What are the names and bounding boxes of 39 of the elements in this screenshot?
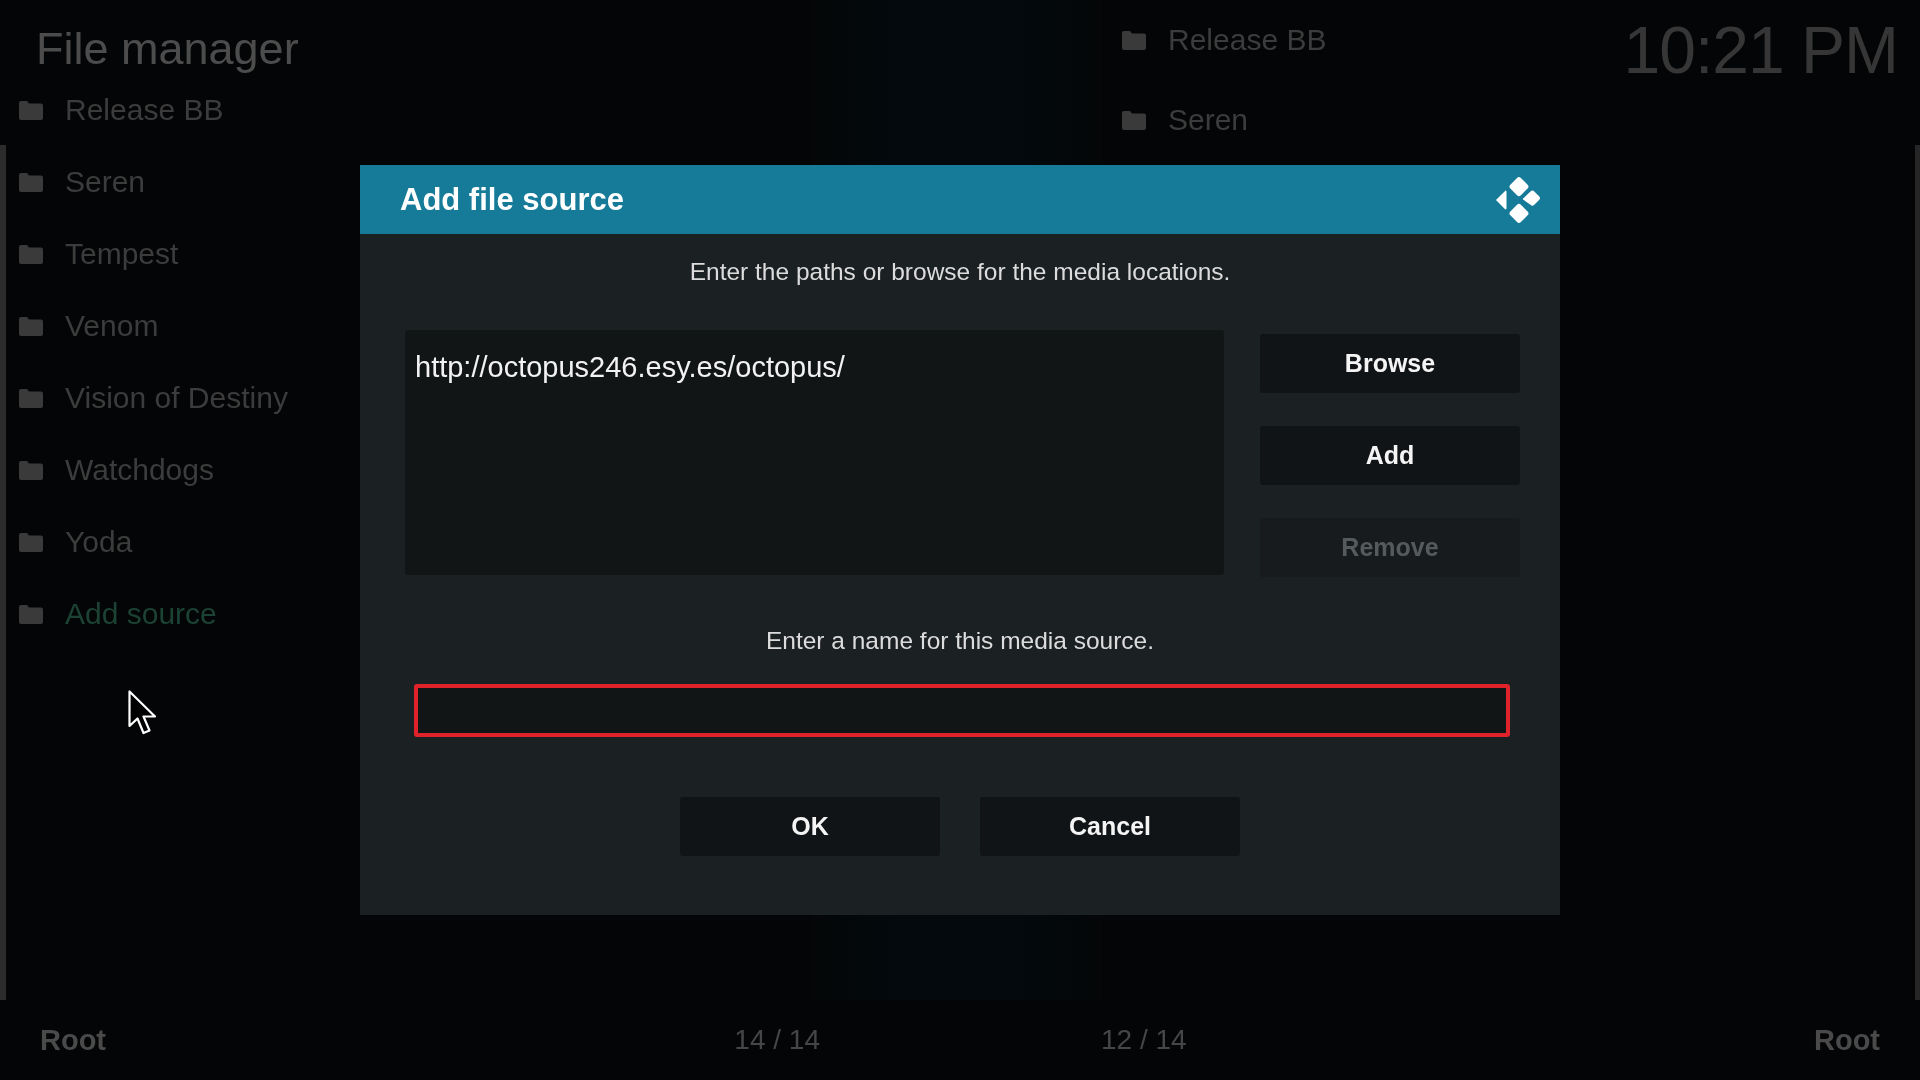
item-count: 14 / 14 [734, 1024, 820, 1056]
list-item[interactable]: Release BB [19, 74, 224, 146]
dialog-button[interactable]: Cancel [980, 797, 1240, 856]
list-item[interactable]: Vision of Destiny [19, 362, 288, 434]
folder-icon [19, 172, 43, 192]
folder-icon [19, 604, 43, 624]
list-item[interactable]: Seren [19, 146, 146, 218]
folder-icon [19, 100, 43, 120]
dialog-title: Add file source [400, 181, 624, 218]
name-input-field[interactable] [414, 684, 1510, 737]
dialog-button[interactable]: Browse [1260, 334, 1520, 393]
scroll-bar[interactable] [0, 145, 6, 1000]
dialog-button[interactable]: OK [680, 797, 940, 856]
window-title: File manager [36, 22, 299, 76]
list-item[interactable]: Release BB [1122, 0, 1327, 80]
list-item[interactable]: Yoda [19, 506, 133, 578]
list-item[interactable]: Add source [19, 578, 217, 650]
list-item[interactable]: Seren [1122, 80, 1249, 160]
instruction-text: Enter the paths or browse for the media locations. [689, 257, 1231, 287]
list-item[interactable]: Watchdogs [19, 434, 214, 506]
name-prompt: Enter a name for this media source. [765, 626, 1155, 656]
folder-icon [1122, 110, 1146, 130]
folder-path: Root [1813, 1023, 1880, 1057]
folder-icon [19, 388, 43, 408]
item-count: 12 / 14 [1101, 1024, 1187, 1056]
folder-icon [19, 532, 43, 552]
folder-icon [19, 316, 43, 336]
dialog-button[interactable]: Add [1260, 426, 1520, 485]
folder-icon [19, 244, 43, 264]
folder-icon [19, 460, 43, 480]
mouse-pointer-icon [128, 690, 158, 735]
paths-list[interactable]: http://octopus246.esy.es/octopus/ [405, 330, 1224, 575]
folder-icon [1122, 30, 1146, 50]
scroll-bar[interactable] [1915, 145, 1920, 1000]
folder-path: Root [40, 1023, 107, 1057]
diamond-logo-icon [1495, 176, 1541, 223]
path-entry[interactable]: http://octopus246.esy.es/octopus/ [415, 350, 845, 384]
list-item[interactable]: Tempest [19, 218, 179, 290]
list-item[interactable]: Venom [19, 290, 159, 362]
